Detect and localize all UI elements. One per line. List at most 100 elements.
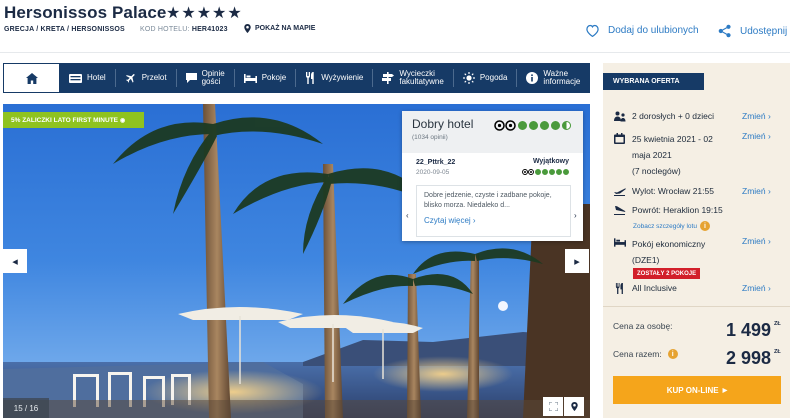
cutlery-icon [613, 283, 626, 294]
change-travelers-link[interactable]: Zmień › [742, 111, 771, 121]
plane-icon [125, 74, 135, 83]
offer-room: Pokój ekonomiczny (DZE1) [613, 236, 705, 268]
price-total-label: Cena razem: i [613, 349, 678, 359]
header-divider [0, 52, 790, 53]
photo-map-button[interactable] [564, 397, 584, 416]
tab-flight[interactable]: Przelot [116, 69, 177, 87]
info-icon[interactable]: i [667, 349, 678, 359]
hotel-tabs: Hotel Przelot Opinie gości Pokoje Wyżywi… [3, 63, 590, 93]
favorites-label: Dodaj do ulubionych [608, 25, 699, 36]
offer-return: Powrót: Heraklion 19:15 [613, 205, 723, 215]
tripadvisor-owl-icon [494, 120, 516, 131]
gallery-counter: 15 / 16 [3, 398, 49, 418]
price-total-value: 2 998 [726, 348, 772, 368]
departure-value: Wylot: Wrocław 21:55 [632, 186, 714, 196]
review-date: 2020-09-05 [416, 169, 450, 176]
show-map-link[interactable]: POKAŻ NA MAPIE [244, 24, 315, 33]
review-bubbles [522, 169, 569, 175]
room-line-1: Pokój ekonomiczny [632, 239, 706, 249]
hotel-code: KOD HOTELU: HER41023 [140, 26, 228, 33]
share-button[interactable]: Udostępnij [718, 24, 787, 38]
review-author: 22_Pttrk_22 [416, 159, 456, 166]
gallery-next-button[interactable]: ▸ [565, 249, 589, 273]
review-prev-button[interactable]: ‹ [406, 211, 409, 220]
dates-value: 25 kwietnia 2021 - 02 maja 2021 (7 nocle… [632, 131, 713, 179]
rating-bubble-icon [518, 121, 527, 130]
chevron-right-icon: › [472, 216, 476, 226]
room-line-2: (DZE1) [632, 255, 660, 266]
heart-icon [586, 24, 599, 37]
tab-reviews[interactable]: Opinie gości [177, 69, 235, 87]
chevron-right-icon: › [768, 186, 771, 196]
tab-weather[interactable]: Pogoda [454, 69, 518, 87]
rating-bubble-icon [549, 169, 555, 175]
rating-bubble-icon [551, 121, 560, 130]
price-per-person-currency: ZŁ [774, 321, 781, 327]
chevron-left-icon: ◂ [12, 255, 18, 268]
add-to-favorites-button[interactable]: Dodaj do ulubionych [585, 24, 699, 37]
offer-travelers: 2 dorosłych + 0 dzieci [613, 111, 714, 122]
tab-board[interactable]: Wyżywienie [296, 69, 374, 87]
hotel-header: Hersonissos Palace ★★★★★ GRECJA / KRETA … [0, 0, 790, 62]
chevron-right-icon: ▸ [574, 255, 580, 268]
return-value: Powrót: Heraklion 19:15 [632, 205, 723, 215]
hotel-title: Hersonissos Palace [4, 3, 167, 22]
price-per-person-caption: Cena za osobę: [613, 321, 673, 331]
offer-heading: WYBRANA OFERTA [603, 73, 704, 90]
chevron-right-icon: › [768, 131, 771, 141]
tab-info[interactable]: Ważne informacje [517, 69, 589, 87]
change-flight-link[interactable]: Zmień › [742, 186, 771, 196]
fullscreen-icon [548, 402, 558, 411]
travelers-value: 2 dorosłych + 0 dzieci [632, 111, 714, 121]
offer-board: All Inclusive [613, 283, 677, 294]
bed-icon [613, 238, 626, 247]
change-label: Zmień [742, 131, 766, 141]
people-icon [613, 111, 626, 122]
chevron-right-icon: › [768, 283, 771, 293]
price-per-person-label: Cena za osobę: [613, 321, 673, 331]
show-map-label: POKAŻ NA MAPIE [255, 25, 316, 32]
rating-bubble-icon [556, 169, 562, 175]
change-label: Zmień [742, 186, 766, 196]
share-icon [718, 24, 731, 38]
promo-dot-icon: ◉ [120, 117, 126, 124]
departure-plane-icon [613, 186, 626, 196]
tab-rooms[interactable]: Pokoje [235, 69, 297, 87]
signpost-icon [382, 72, 395, 84]
tab-home[interactable] [3, 63, 60, 93]
play-arrow-icon: ▶ [722, 387, 728, 394]
breadcrumb[interactable]: GRECJA / KRETA / HERSONISSOS [4, 26, 125, 33]
rating-bubble-icon [529, 121, 538, 130]
tab-hotel[interactable]: Hotel [60, 69, 116, 87]
gallery-prev-button[interactable]: ◂ [3, 249, 27, 273]
review-text: Dobre jedzenie, czyste i zadbane pokoje,… [424, 192, 552, 210]
tab-reviews-label: Opinie gości [201, 68, 225, 86]
change-label: Zmień [742, 111, 766, 121]
change-board-link[interactable]: Zmień › [742, 283, 771, 293]
review-box: Dobre jedzenie, czyste i zadbane pokoje,… [416, 185, 571, 237]
dates-line-1: 25 kwietnia 2021 - 02 [632, 134, 713, 144]
change-dates-link[interactable]: Zmień › [742, 131, 771, 141]
offer-divider [603, 306, 790, 307]
chevron-right-icon: › [768, 236, 771, 246]
review-next-button[interactable]: › [574, 211, 577, 220]
flight-details-link[interactable]: Zobacz szczegóły lotu i [633, 221, 710, 231]
read-more-link[interactable]: Czytaj więcej › [424, 215, 563, 227]
fullscreen-button[interactable] [543, 397, 563, 416]
map-pin-icon [570, 402, 578, 411]
tab-excursions[interactable]: Wycieczki fakultatywne [373, 69, 454, 87]
chevron-right-icon: › [768, 111, 771, 121]
rating-bubble-icon [563, 169, 569, 175]
tab-flight-label: Przelot [141, 72, 167, 82]
tripadvisor-review-count: (1034 opinii) [412, 134, 448, 141]
change-room-link[interactable]: Zmień › [742, 236, 771, 246]
tab-board-label: Wyżywienie [321, 72, 364, 82]
buy-online-label: KUP ON-LINE [666, 385, 719, 395]
board-value: All Inclusive [632, 283, 677, 293]
dates-line-2: maja 2021 [632, 150, 672, 161]
share-label: Udostępnij [740, 25, 788, 37]
rating-bubble-icon [535, 169, 541, 175]
tab-hotel-label: Hotel [87, 72, 106, 82]
price-total-currency: ZŁ [774, 349, 781, 355]
buy-online-button[interactable]: KUP ON-LINE ▶ [613, 376, 781, 404]
